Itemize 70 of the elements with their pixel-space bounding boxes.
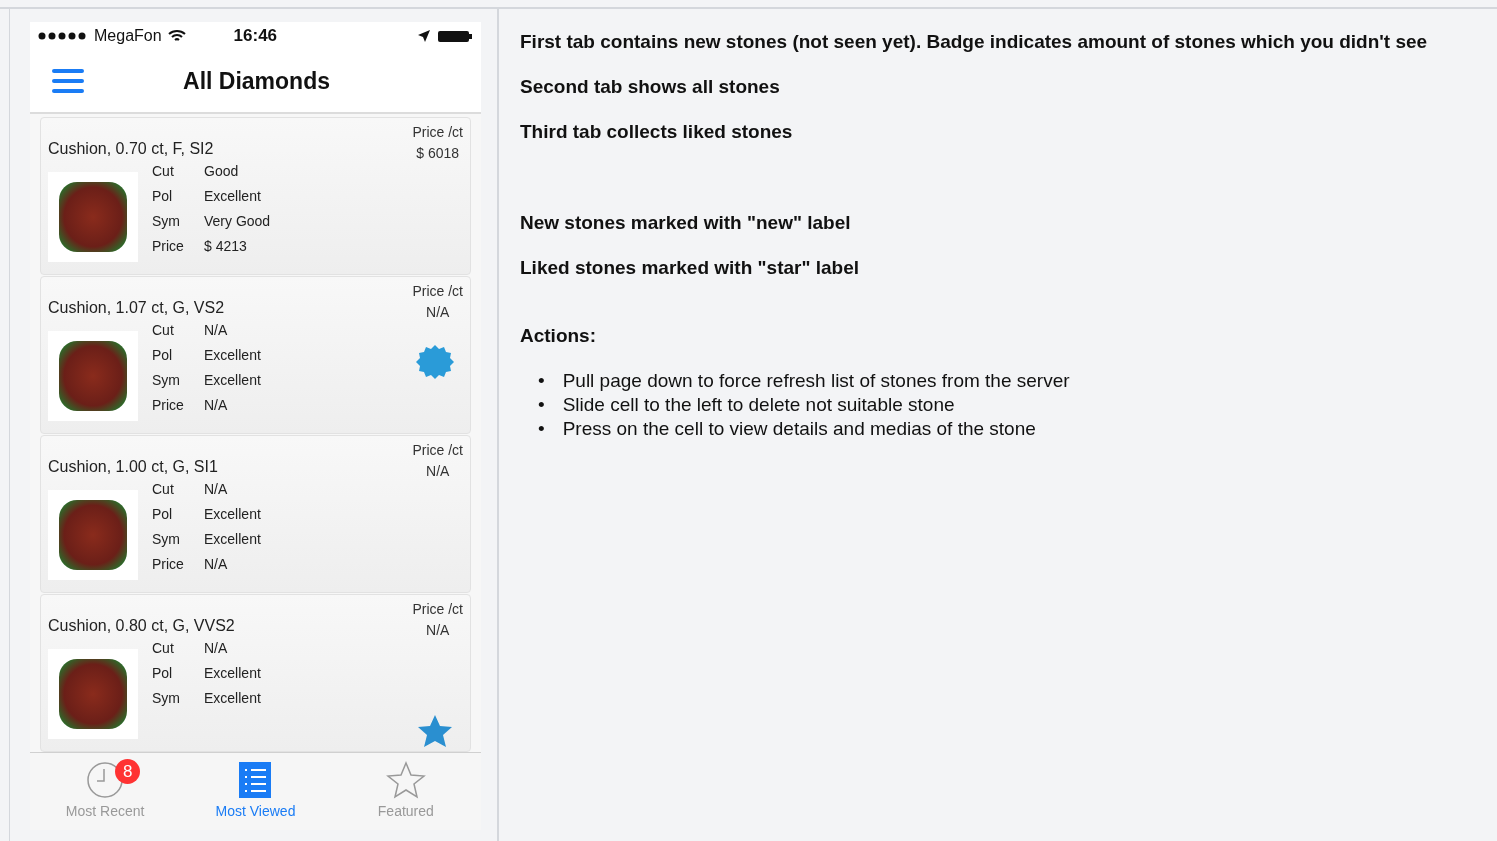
spec-label: Pol (152, 188, 174, 204)
spec-label: Price (152, 238, 185, 254)
spec-label: Cut (152, 640, 175, 656)
count-badge: 8 (115, 759, 141, 784)
spec-value: Excellent (204, 665, 261, 681)
spec-label: Sym (152, 213, 181, 229)
price-value: $ 6018 (416, 145, 460, 161)
spec-label: Price (152, 556, 185, 572)
stone-card[interactable]: Cushion, 1.07 ct, G, VS2 Price /ct N/A Cut N/A Pol Excellent Sym Excellent Price N/A (40, 276, 471, 434)
spec-label: Cut (152, 322, 175, 338)
signal-icon (38, 32, 88, 40)
spec-label: Sym (152, 372, 181, 388)
screen-title: All Diamonds (182, 67, 331, 95)
action-item: Press on the cell to view details and medias of the stone (562, 417, 1036, 441)
spec-value: N/A (204, 481, 229, 497)
spec-value: Excellent (204, 506, 261, 522)
menu-button[interactable] (52, 69, 84, 93)
price-value: N/A (426, 622, 450, 638)
battery-icon (437, 29, 473, 43)
carrier-name: MegaFon (94, 27, 162, 45)
spec-value: Excellent (204, 372, 261, 388)
status-time: 16:46 (233, 26, 278, 46)
action-item: Pull page down to force refresh list of stones from the server (562, 369, 1070, 393)
note-text: Third tab collects liked stones (520, 121, 794, 143)
stone-title: Cushion, 1.07 ct, G, VS2 (48, 299, 225, 318)
note-text: Second tab shows all stones (520, 76, 781, 98)
spec-label: Pol (152, 665, 174, 681)
spec-label: Price (152, 397, 185, 413)
actions-heading: Actions: (520, 325, 597, 347)
price-label: Price /ct (412, 601, 463, 617)
stone-card[interactable]: Cushion, 0.80 ct, G, VVS2 Price /ct N/A Cut N/A Pol Excellent Sym Excellent (40, 594, 471, 752)
spec-value: Excellent (204, 531, 261, 547)
spec-label: Pol (152, 506, 174, 522)
tab-bar-item[interactable]: Most Viewed (180, 753, 331, 830)
spec-label: Pol (152, 347, 174, 363)
spec-value: Very Good (204, 213, 271, 229)
price-value: N/A (426, 304, 450, 320)
wifi-icon (167, 29, 186, 43)
spec-value: N/A (204, 556, 229, 572)
spec-value: Excellent (204, 690, 261, 706)
note-text: New stones marked with "new" label (520, 212, 852, 234)
spec-value: Good (204, 163, 240, 179)
spec-value: Excellent (204, 347, 261, 363)
tab-bar-item[interactable]: Most Recent 8 (30, 753, 181, 830)
note-text: Liked stones marked with "star" label (520, 257, 860, 279)
spec-value: $ 4213 (204, 238, 248, 254)
spec-value: N/A (204, 322, 229, 338)
bullet-mark: • (538, 393, 545, 417)
price-value: N/A (426, 463, 450, 479)
price-label: Price /ct (412, 124, 463, 140)
spec-label: Cut (152, 163, 175, 179)
star-outline-icon (385, 761, 426, 799)
spec-label: Sym (152, 690, 181, 706)
spec-value: N/A (204, 640, 229, 656)
spec-label: Sym (152, 531, 181, 547)
stone-title: Cushion, 0.70 ct, F, SI2 (48, 140, 214, 159)
action-item: Slide cell to the left to delete not suitable stone (562, 393, 955, 417)
bullet-mark: • (538, 369, 545, 393)
stone-card[interactable]: Cushion, 0.70 ct, F, SI2 Price /ct $ 6018 Cut Good Pol Excellent Sym Very Good Price $ 4213 (40, 117, 471, 275)
spec-label: Cut (152, 481, 175, 497)
price-label: Price /ct (412, 442, 463, 458)
note-text: First tab contains new stones (not seen yet). Badge indicates amount of stones which you didn't see (520, 31, 1429, 53)
stone-title: Cushion, 0.80 ct, G, VVS2 (48, 617, 235, 636)
price-label: Price /ct (412, 283, 463, 299)
bullet-mark: • (538, 417, 545, 441)
spec-value: Excellent (204, 188, 262, 204)
stone-card[interactable]: Cushion, 1.00 ct, G, SI1 Price /ct N/A Cut N/A Pol Excellent Sym Excellent Price N/A (40, 435, 471, 593)
location-arrow-icon (417, 29, 431, 43)
spec-value: N/A (204, 397, 229, 413)
stone-title: Cushion, 1.00 ct, G, SI1 (48, 458, 218, 477)
